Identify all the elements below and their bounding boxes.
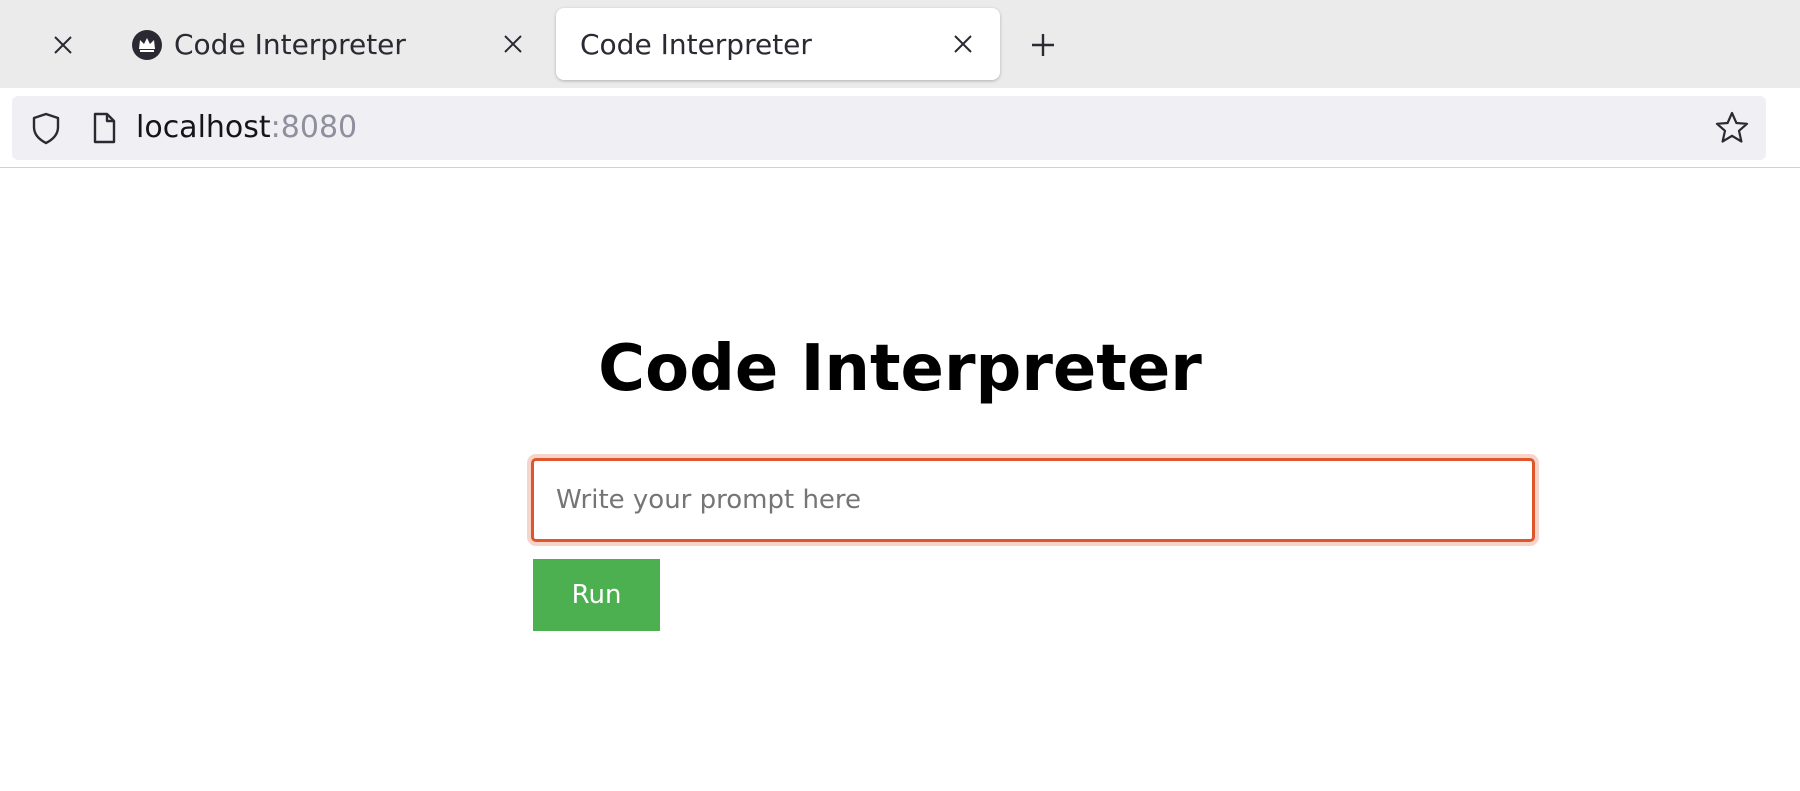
url-host: localhost [136,110,271,145]
close-icon [504,35,522,53]
page-icon[interactable] [86,110,122,146]
run-button[interactable]: Run [533,559,660,631]
close-tab-button[interactable] [946,27,980,61]
crown-icon [132,30,162,60]
page-content: Code Interpreter Run [0,168,1800,791]
shield-icon[interactable] [28,110,64,146]
tab-title: Code Interpreter [580,28,812,61]
new-tab-button[interactable] [1024,26,1062,64]
plus-icon [1032,34,1054,56]
tab-strip: Code Interpreter Code Interpreter [0,0,1800,88]
close-tab-button[interactable] [46,28,80,62]
url-port: :8080 [270,110,358,145]
url-bar[interactable]: localhost:8080 [12,96,1766,160]
tab-code-interpreter-active[interactable]: Code Interpreter [556,8,1000,80]
page-title: Code Interpreter [598,332,1202,406]
close-tab-button[interactable] [496,27,530,61]
browser-window: Code Interpreter Code Interpreter localh… [0,0,1800,791]
tab-title: Code Interpreter [174,28,406,61]
url-text[interactable]: localhost:8080 [136,110,357,145]
tab-code-interpreter-1[interactable]: Code Interpreter [120,8,540,80]
prompt-input[interactable] [531,458,1535,542]
close-icon [54,36,72,54]
close-icon [954,35,972,53]
bookmark-star-icon[interactable] [1712,108,1752,148]
